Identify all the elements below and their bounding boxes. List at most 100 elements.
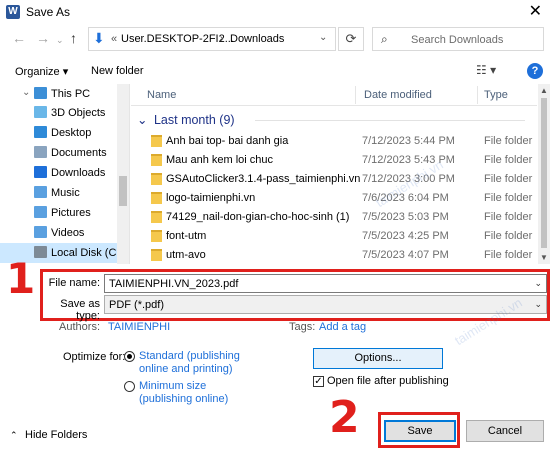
cancel-button[interactable]: Cancel	[466, 420, 544, 442]
forward-arrow-icon[interactable]: →	[36, 30, 50, 46]
nav-item-downloads[interactable]: Downloads	[0, 163, 118, 183]
3d-objects-icon	[34, 106, 47, 118]
breadcrumb-user[interactable]: User.DESKTOP-2FI2...	[121, 33, 234, 45]
optimize-minimum-label[interactable]: Minimum size (publishing online)	[139, 380, 228, 406]
open-after-checkbox[interactable]: ✓	[313, 376, 324, 387]
file-date: 7/12/2023 3:00 PM	[362, 173, 455, 185]
step-2-annotation: 2	[329, 392, 360, 443]
recent-dropdown-icon[interactable]: ⌄	[56, 35, 64, 46]
list-scrollbar[interactable]: ▲ ▼	[538, 84, 550, 264]
nav-scrollbar[interactable]	[117, 84, 129, 264]
column-name[interactable]: Name	[147, 89, 176, 101]
group-header[interactable]: ⌄ Last month (9)	[137, 112, 525, 127]
file-date: 7/12/2023 5:44 PM	[362, 135, 455, 147]
folder-icon	[151, 230, 162, 242]
nav-item-documents[interactable]: Documents	[0, 143, 118, 163]
scroll-up-icon[interactable]: ▲	[540, 86, 548, 95]
pc-icon	[34, 87, 47, 99]
scrollbar-thumb[interactable]	[541, 98, 547, 248]
file-type: File folder	[484, 230, 533, 242]
file-name: Mau anh kem loi chuc	[166, 154, 273, 166]
open-after-label[interactable]: Open file after publishing	[327, 375, 449, 387]
up-arrow-icon[interactable]: ↑	[70, 30, 77, 46]
toolbar: Organize ▾ New folder ☷ ▾ ?	[0, 58, 550, 84]
nav-item-videos[interactable]: Videos	[0, 223, 118, 243]
save-type-select[interactable]: PDF (*.pdf) ⌄	[104, 295, 547, 314]
chevron-up-icon[interactable]: ⌃	[10, 430, 18, 441]
nav-item-label: This PC	[51, 88, 91, 100]
table-row[interactable]: GSAutoClicker3.1.4-pass_taimienphi.vn 7/…	[131, 170, 537, 189]
nav-item-3d-objects[interactable]: 3D Objects	[0, 103, 118, 123]
file-name: font-utm	[166, 230, 207, 242]
chevron-down-icon[interactable]: ⌄	[22, 87, 30, 98]
nav-item-label: 3D Objects	[51, 107, 106, 119]
breadcrumb-separator: ›	[220, 33, 224, 45]
music-icon	[34, 186, 47, 198]
help-icon[interactable]: ?	[527, 63, 543, 79]
optimize-standard-label[interactable]: Standard (publishing online and printing…	[139, 350, 240, 376]
new-folder-button[interactable]: New folder	[91, 65, 144, 77]
table-row[interactable]: Anh bai top- bai danh gia 7/12/2023 5:44…	[131, 132, 537, 151]
folder-icon	[151, 173, 162, 185]
options-button[interactable]: Options...	[313, 348, 443, 369]
back-arrow-icon[interactable]: ←	[12, 30, 26, 46]
nav-item-pictures[interactable]: Pictures	[0, 203, 118, 223]
desktop-icon	[34, 126, 47, 138]
scroll-down-icon[interactable]: ▼	[540, 253, 548, 262]
refresh-button[interactable]: ⟳	[338, 27, 364, 51]
search-input[interactable]: ⌕ Search Downloads	[372, 27, 544, 51]
path-prefix[interactable]: «	[111, 33, 117, 45]
file-name-field[interactable]: TAIMIENPHI.VN_2023.pdf ⌄	[104, 274, 547, 293]
authors-field[interactable]: TAIMIENPHI	[108, 321, 170, 333]
nav-item-music[interactable]: Music	[0, 183, 118, 203]
videos-icon	[34, 226, 47, 238]
table-row[interactable]: 74129_nail-don-gian-cho-hoc-sinh (1) 7/5…	[131, 208, 537, 227]
table-row[interactable]: utm-avo 7/5/2023 4:07 PM File folder	[131, 246, 537, 264]
file-name: logo-taimienphi.vn	[166, 192, 256, 204]
hide-folders-button[interactable]: Hide Folders	[25, 429, 87, 441]
address-bar[interactable]: ⬇ « User.DESKTOP-2FI2... › Downloads ⌄	[88, 27, 336, 51]
table-row[interactable]: logo-taimienphi.vn 7/6/2023 6:04 PM File…	[131, 189, 537, 208]
chevron-down-icon[interactable]: ⌄	[534, 278, 542, 289]
save-button[interactable]: Save	[384, 420, 456, 442]
close-icon[interactable]: ✕	[529, 1, 542, 21]
folder-icon	[151, 192, 162, 204]
organize-button[interactable]: Organize ▾	[15, 65, 68, 78]
table-row[interactable]: Mau anh kem loi chuc 7/12/2023 5:43 PM F…	[131, 151, 537, 170]
pictures-icon	[34, 206, 47, 218]
authors-label: Authors:	[59, 321, 100, 333]
file-date: 7/5/2023 5:03 PM	[362, 211, 449, 223]
step-1-annotation: 1	[6, 254, 36, 303]
tags-field[interactable]: Add a tag	[319, 321, 366, 333]
file-type: File folder	[484, 211, 533, 223]
save-form: 1 File name: TAIMIENPHI.VN_2023.pdf ⌄ Sa…	[0, 254, 550, 450]
file-name: GSAutoClicker3.1.4-pass_taimienphi.vn	[166, 173, 361, 185]
window-title: Save As	[26, 5, 71, 19]
table-row[interactable]: font-utm 7/5/2023 4:25 PM File folder	[131, 227, 537, 246]
chevron-down-icon[interactable]: ⌄	[137, 113, 147, 127]
nav-item-label: Downloads	[51, 167, 106, 179]
column-type[interactable]: Type	[484, 89, 508, 101]
column-date-modified[interactable]: Date modified	[364, 89, 432, 101]
nav-item-this-pc[interactable]: ⌄ This PC	[0, 84, 118, 104]
breadcrumb-downloads[interactable]: Downloads	[230, 33, 284, 45]
downloads-icon	[34, 166, 47, 178]
chevron-down-icon[interactable]: ⌄	[534, 299, 542, 310]
search-icon: ⌕	[381, 32, 388, 46]
chevron-down-icon[interactable]: ⌄	[319, 32, 327, 43]
view-options-icon[interactable]: ☷ ▾	[476, 63, 496, 77]
file-date: 7/6/2023 6:04 PM	[362, 192, 449, 204]
nav-item-desktop[interactable]: Desktop	[0, 123, 118, 143]
file-type: File folder	[484, 135, 533, 147]
group-label: Last month (9)	[153, 113, 235, 127]
file-name: 74129_nail-don-gian-cho-hoc-sinh (1)	[166, 211, 350, 223]
column-header-row: Name Date modified Type	[131, 84, 537, 106]
word-icon: W	[6, 5, 20, 19]
optimize-standard-radio[interactable]	[124, 351, 135, 362]
scrollbar-thumb[interactable]	[119, 176, 127, 206]
file-type: File folder	[484, 173, 533, 185]
optimize-minimum-radio[interactable]	[124, 381, 135, 392]
file-list: Name Date modified Type ⌄ Last month (9)…	[131, 84, 537, 264]
file-name-value: TAIMIENPHI.VN_2023.pdf	[109, 278, 239, 290]
file-date: 7/5/2023 4:25 PM	[362, 230, 449, 242]
